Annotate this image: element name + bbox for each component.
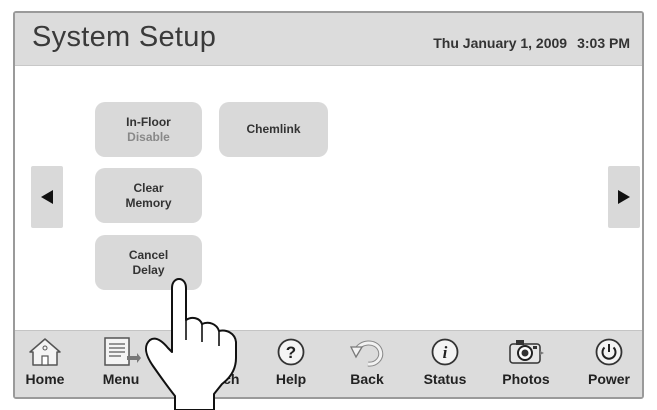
info-circle-icon: i [425,336,465,368]
nav-menu-label: Menu [102,371,140,387]
back-arrow-icon [347,336,387,368]
page-title: System Setup [32,21,217,53]
nav-help-label: Help [275,371,307,387]
house-icon [25,336,65,368]
nav-power[interactable]: Power [574,331,642,397]
chemlink-button[interactable]: Chemlink [219,102,328,157]
cancel-label: Cancel [128,247,169,262]
date-time-display: Thu January 1, 2009 3:03 PM [433,35,630,51]
question-circle-icon: ? [271,336,311,368]
nav-touch[interactable]: Touch [187,331,257,397]
touch-icon [202,336,242,368]
cancel-delay-button[interactable]: Cancel Delay [95,235,202,290]
in-floor-label: In-Floor [126,114,171,129]
memory-label: Memory [125,195,172,210]
nav-menu[interactable]: Menu [86,331,156,397]
camera-icon [506,336,546,368]
nav-touch-label: Touch [198,371,240,387]
power-icon [589,336,629,368]
nav-back-label: Back [350,371,384,387]
bottom-nav-bar: Home Menu Touch ? Help Back i Status Pho… [15,330,642,397]
nav-photos-label: Photos [502,371,550,387]
nav-power-label: Power [587,371,630,387]
nav-photos[interactable]: Photos [491,331,561,397]
chemlink-label: Chemlink [246,122,301,136]
disable-label: Disable [127,129,170,144]
nav-status[interactable]: i Status [410,331,480,397]
delay-label: Delay [132,262,165,277]
triangle-left-icon [41,190,53,204]
previous-page-button[interactable] [31,166,63,228]
menu-document-icon [101,336,141,368]
triangle-right-icon [618,190,630,204]
touch-screen: System Setup Thu January 1, 2009 3:03 PM … [13,11,644,399]
nav-home[interactable]: Home [15,331,80,397]
clear-memory-button[interactable]: Clear Memory [95,168,202,223]
date-text: Thu January 1, 2009 [433,35,568,51]
nav-back[interactable]: Back [332,331,402,397]
clear-label: Clear [133,180,164,195]
nav-help[interactable]: ? Help [256,331,326,397]
nav-home-label: Home [25,371,65,387]
in-floor-disable-button[interactable]: In-Floor Disable [95,102,202,157]
svg-text:?: ? [286,343,296,362]
header-bar: System Setup Thu January 1, 2009 3:03 PM [15,13,642,66]
time-text: 3:03 PM [577,35,630,51]
next-page-button[interactable] [608,166,640,228]
nav-status-label: Status [423,371,467,387]
svg-text:i: i [443,343,448,362]
